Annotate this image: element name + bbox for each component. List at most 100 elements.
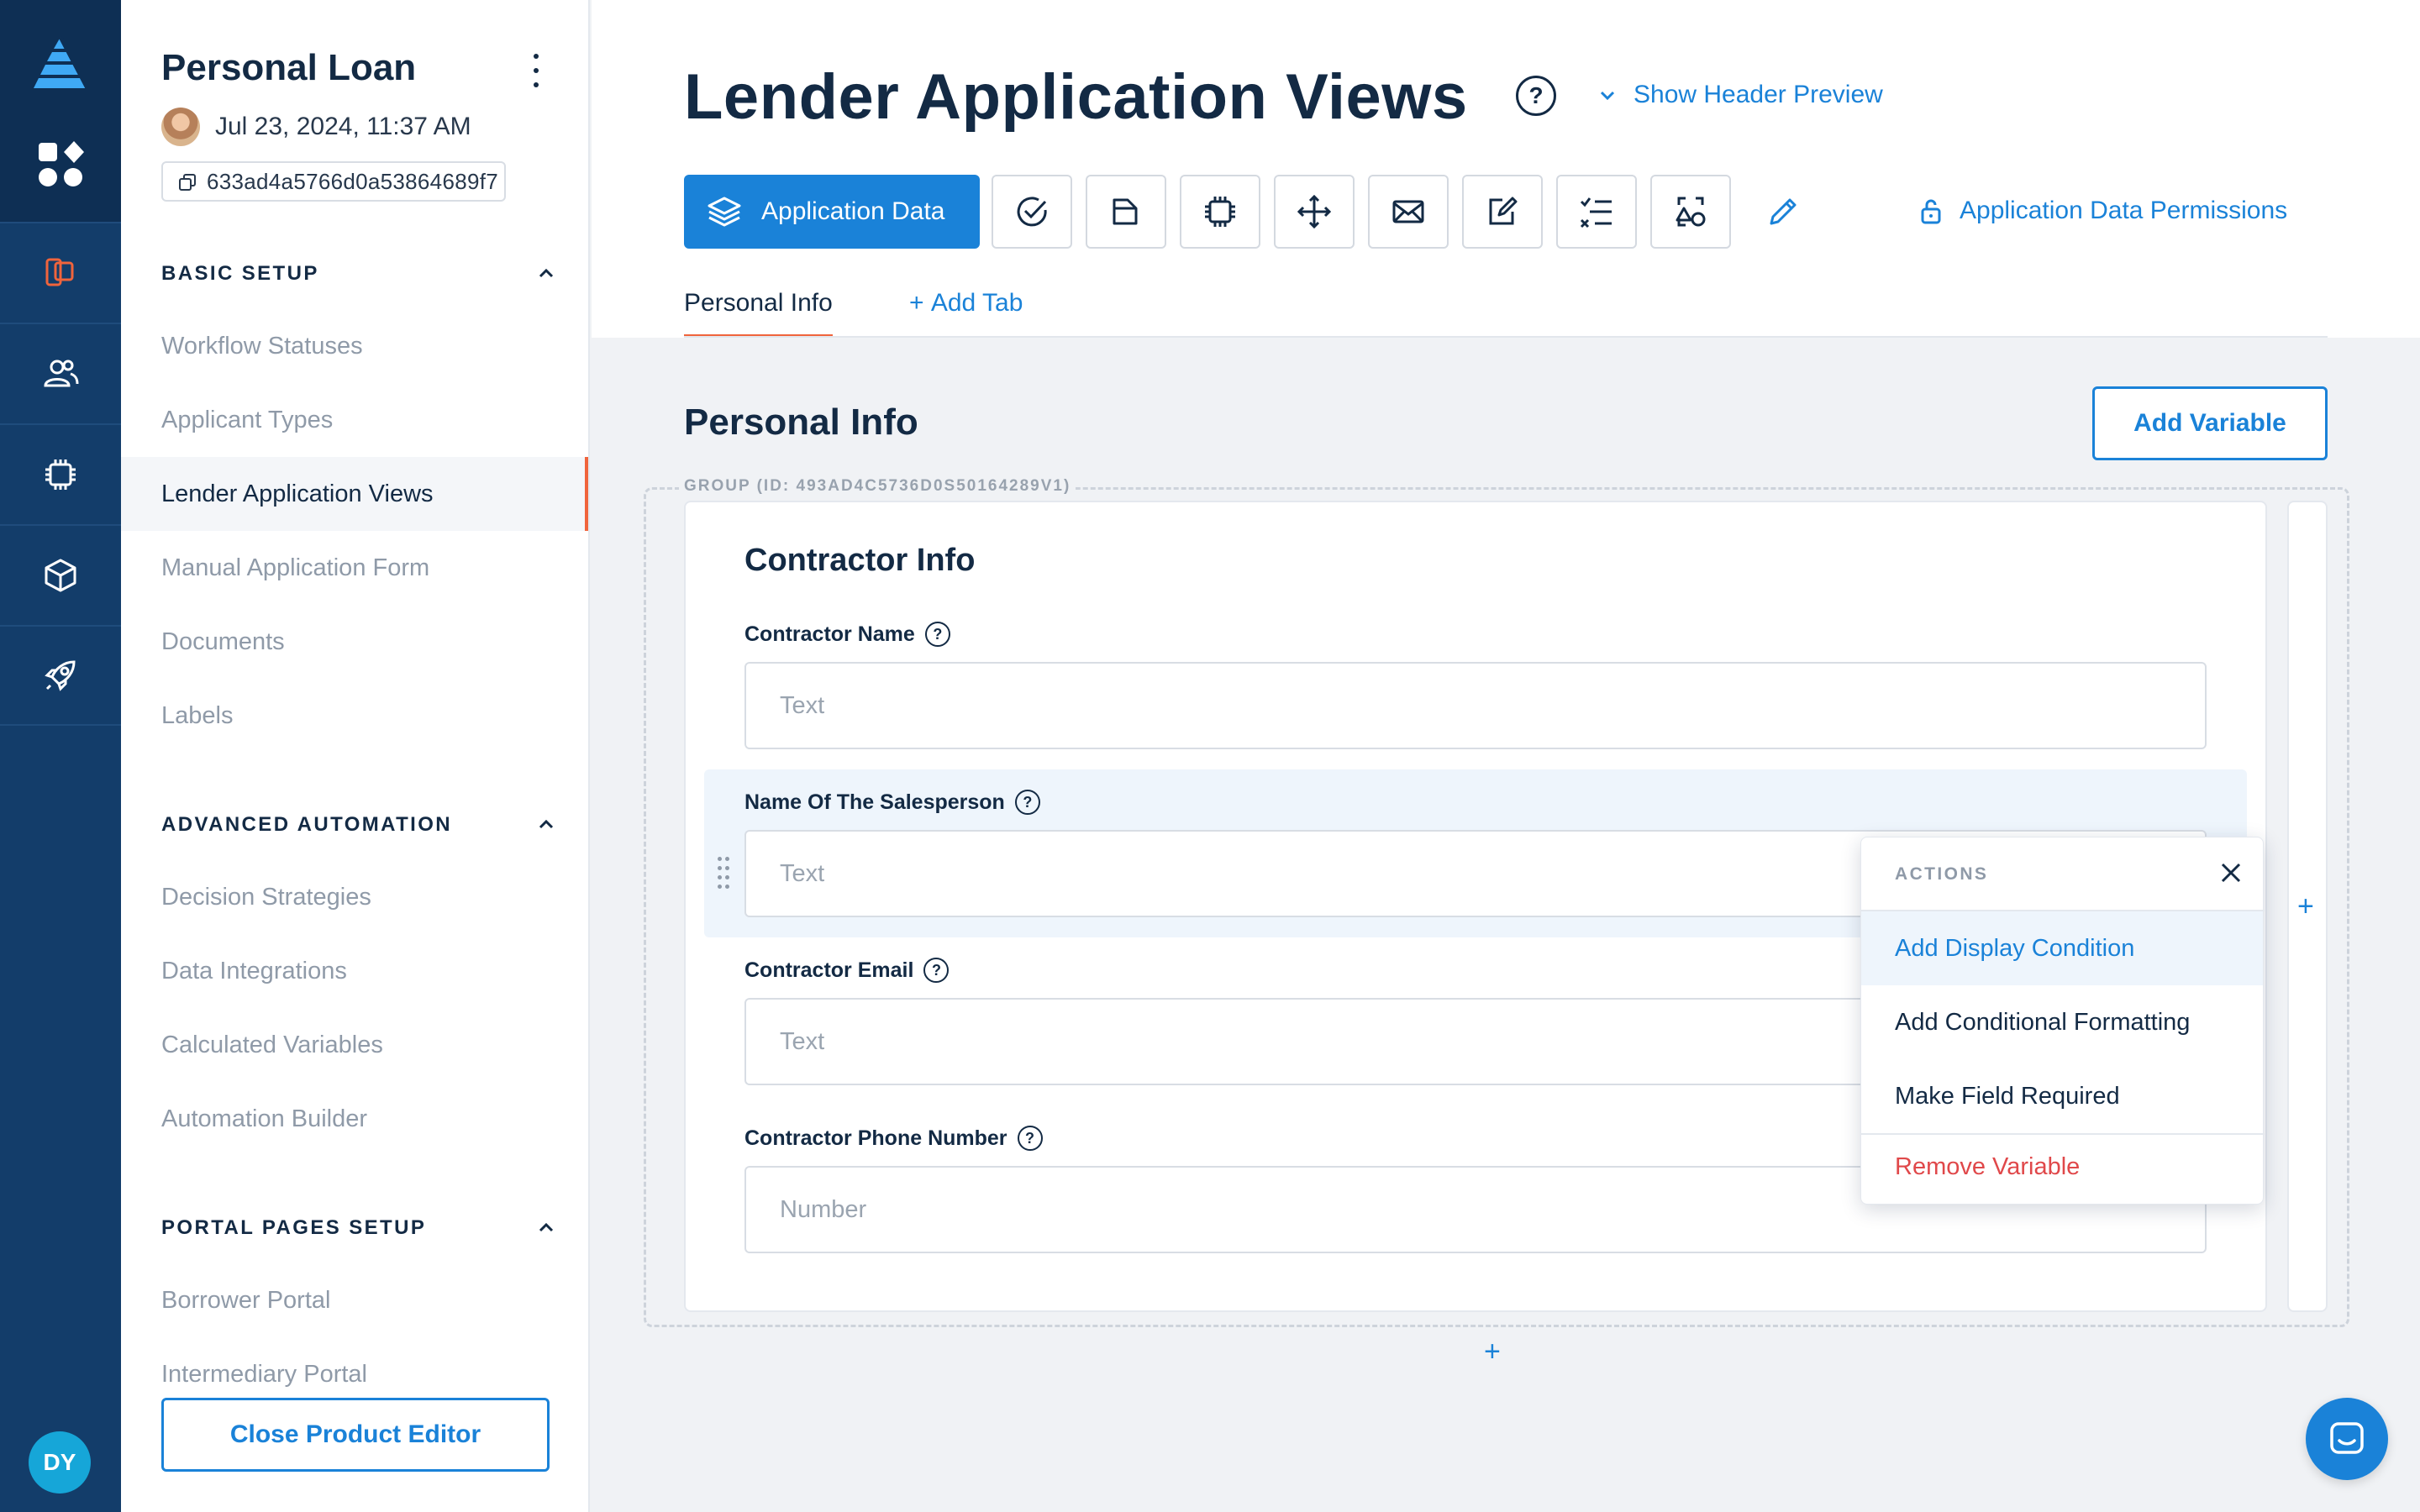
rocket-icon (45, 660, 76, 691)
tabs-divider (684, 336, 2328, 338)
nav-labels[interactable]: Labels (121, 679, 588, 753)
card-title: Contractor Info (744, 543, 976, 578)
chat-icon (2330, 1422, 2364, 1454)
field-label-text: Contractor Email (744, 958, 914, 982)
check-circle-icon (1017, 197, 1047, 227)
field-label: Contractor Phone Number ? (744, 1126, 1043, 1151)
add-column-plus-icon[interactable]: + (2297, 890, 2314, 923)
tab-personal-info[interactable]: Personal Info (684, 289, 833, 338)
add-tab-button[interactable]: + Add Tab (909, 289, 1023, 318)
product-date: Jul 23, 2024, 11:37 AM (215, 113, 471, 140)
author-avatar (161, 108, 200, 146)
tool-edit-button[interactable] (1462, 175, 1543, 249)
chevron-up-icon (539, 268, 554, 278)
nav-decision-strategies[interactable]: Decision Strategies (121, 860, 588, 934)
rail-item-users[interactable] (0, 323, 121, 423)
nav-applicant-types[interactable]: Applicant Types (121, 383, 588, 457)
application-data-button[interactable]: Application Data (684, 175, 980, 249)
rail-item-cube[interactable] (0, 524, 121, 625)
layers-icon (708, 197, 741, 227)
permissions-label: Application Data Permissions (1960, 197, 2288, 224)
chevron-up-icon (539, 1222, 554, 1232)
logo-icon[interactable] (30, 34, 91, 91)
field-label-text: Name Of The Salesperson (744, 790, 1005, 814)
show-header-preview-label: Show Header Preview (1634, 81, 1883, 108)
move-icon (1297, 194, 1332, 229)
actions-menu-heading: ACTIONS (1895, 864, 1989, 884)
nav-documents[interactable]: Documents (121, 605, 588, 679)
section-heading: PORTAL PAGES SETUP (161, 1216, 427, 1239)
field-label: Contractor Email ? (744, 958, 950, 983)
nav-manual-application-form[interactable]: Manual Application Form (121, 531, 588, 605)
tool-email-button[interactable] (1368, 175, 1449, 249)
tool-shapes-button[interactable] (1650, 175, 1731, 249)
menu-item-remove-variable[interactable]: Remove Variable (1861, 1130, 2263, 1204)
shapes-icon (1676, 197, 1706, 227)
tool-check-button[interactable] (992, 175, 1072, 249)
folder-icon (1113, 198, 1138, 225)
add-group-plus-icon[interactable]: + (1484, 1336, 1501, 1368)
show-header-preview-button[interactable]: Show Header Preview (1597, 81, 1883, 109)
application-data-permissions-link[interactable]: Application Data Permissions (1919, 197, 2287, 225)
product-sidebar: Personal Loan Jul 23, 2024, 11:37 AM 633… (121, 0, 590, 1512)
nav-data-integrations[interactable]: Data Integrations (121, 934, 588, 1008)
plus-icon: + (909, 289, 931, 317)
section-portal-pages-setup[interactable]: PORTAL PAGES SETUP (161, 1216, 556, 1240)
section-heading: BASIC SETUP (161, 262, 319, 285)
chevron-down-icon (1600, 91, 1615, 101)
help-icon[interactable]: ? (1014, 790, 1040, 815)
section-basic-setup[interactable]: BASIC SETUP (161, 262, 556, 286)
rail-item-rocket[interactable] (0, 625, 121, 726)
contractor-name-input[interactable]: Text (744, 662, 2207, 749)
users-icon (44, 360, 79, 387)
tool-checklist-button[interactable] (1556, 175, 1637, 249)
menu-item-add-display-condition[interactable]: Add Display Condition (1861, 911, 2263, 985)
nav-calculated-variables[interactable]: Calculated Variables (121, 1008, 588, 1082)
user-avatar[interactable]: DY (29, 1431, 91, 1494)
rail-item-chip[interactable] (0, 423, 121, 524)
nav-borrower-portal[interactable]: Borrower Portal (121, 1263, 588, 1337)
main-header (592, 0, 2420, 338)
group-id-label: GROUP (ID: 493AD4C5736D0S50164289V1) (679, 477, 1076, 496)
actions-menu: ACTIONS Add Display Condition Add Condit… (1860, 837, 2265, 1205)
product-id-copy[interactable]: 633ad4a5766d0a53864689f7 (161, 161, 506, 202)
add-tab-label: Add Tab (930, 289, 1023, 317)
apps-icon[interactable] (37, 141, 84, 188)
more-options-icon[interactable] (528, 54, 544, 87)
nav-lender-application-views[interactable]: Lender Application Views (121, 457, 588, 531)
product-title: Personal Loan (161, 47, 417, 88)
menu-item-make-field-required[interactable]: Make Field Required (1861, 1059, 2263, 1133)
section-advanced-automation[interactable]: ADVANCED AUTOMATION (161, 813, 556, 837)
field-label: Name Of The Salesperson ? (744, 790, 1040, 815)
drag-handle-icon[interactable] (718, 857, 729, 890)
tool-documents-button[interactable] (1086, 175, 1166, 249)
nav-workflow-statuses[interactable]: Workflow Statuses (121, 309, 588, 383)
chevron-up-icon (539, 819, 554, 829)
application-data-label: Application Data (761, 197, 945, 225)
help-icon[interactable]: ? (924, 622, 950, 647)
rail-item-products[interactable] (0, 222, 121, 323)
page-title: Lender Application Views (684, 61, 1468, 133)
mail-icon (1392, 200, 1424, 223)
chat-launcher-button[interactable] (2306, 1398, 2388, 1480)
tool-integrations-button[interactable] (1180, 175, 1260, 249)
help-icon[interactable]: ? (1017, 1126, 1043, 1151)
section-heading: ADVANCED AUTOMATION (161, 813, 453, 836)
app-rail: DY (0, 0, 121, 1512)
section-title: Personal Info (684, 402, 918, 443)
field-label: Contractor Name ? (744, 622, 950, 647)
field-label-text: Contractor Phone Number (744, 1126, 1007, 1150)
tool-move-button[interactable] (1274, 175, 1355, 249)
menu-item-add-conditional-formatting[interactable]: Add Conditional Formatting (1861, 985, 2263, 1059)
close-product-editor-button[interactable]: Close Product Editor (161, 1398, 550, 1472)
chip-icon (45, 459, 76, 490)
help-icon[interactable]: ? (923, 958, 950, 983)
product-id: 633ad4a5766d0a53864689f7 (207, 168, 499, 194)
help-icon[interactable]: ? (1516, 76, 1556, 116)
nav-automation-builder[interactable]: Automation Builder (121, 1082, 588, 1156)
edit-box-icon (1489, 197, 1518, 225)
copy-icon (179, 174, 196, 191)
pencil-icon[interactable] (1765, 193, 1802, 230)
close-icon[interactable] (2214, 856, 2248, 890)
add-variable-button[interactable]: Add Variable (2092, 386, 2328, 460)
